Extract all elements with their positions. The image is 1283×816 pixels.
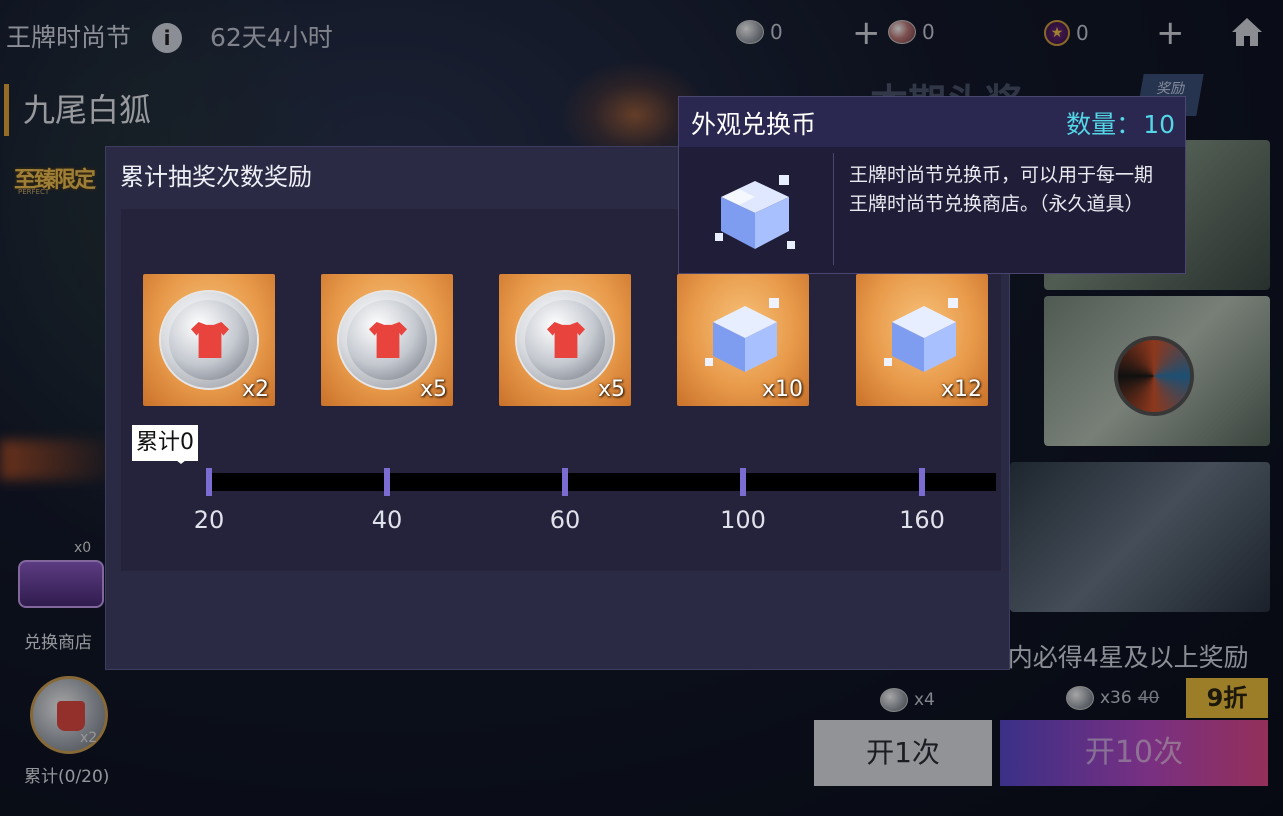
shirt-icon — [191, 322, 229, 358]
tooltip-count-label: 数量： — [1066, 110, 1142, 139]
progress-tick — [919, 468, 925, 496]
tooltip-title: 外观兑换币 — [691, 110, 817, 139]
exchange-shop-label: 兑换商店 — [24, 633, 92, 653]
progress-tick — [562, 468, 568, 496]
cost-ten-qty: x36 — [1100, 688, 1132, 708]
cumulative-progress-label: 累计(0/20) — [24, 767, 110, 787]
modal-title: 累计抽奖次数奖励 — [120, 163, 312, 191]
progress-threshold-label: 40 — [371, 506, 403, 534]
event-title: 王牌时尚节 — [6, 23, 132, 52]
prize-tile-car[interactable] — [1010, 462, 1270, 612]
tooltip-count-value: 10 — [1143, 110, 1175, 139]
tooltip-count: 数量：10 — [1064, 105, 1175, 141]
tooltip-header: 外观兑换币 数量：10 — [679, 97, 1185, 147]
open-ten-button[interactable]: 开10次 — [1000, 720, 1268, 786]
event-countdown: 62天4小时 — [210, 23, 333, 52]
currency-silver-value: 0 — [770, 20, 783, 44]
prize-tile-wheel[interactable] — [1044, 296, 1270, 446]
add-currency-button[interactable]: + — [852, 16, 881, 50]
progress-tick — [384, 468, 390, 496]
appearance-coin-icon — [337, 290, 437, 390]
shirt-icon — [547, 322, 585, 358]
currency-red-coin: 0 — [888, 20, 935, 44]
guarantee-description: 抽内必得4星及以上奖励 — [982, 643, 1249, 672]
currency-silver-coin: 0 — [736, 20, 783, 44]
reward-card[interactable]: x12 — [856, 274, 988, 406]
progress-threshold-label: 100 — [720, 506, 766, 534]
reward-card[interactable]: x10 — [677, 274, 809, 406]
set-name: 九尾白狐 — [4, 84, 151, 136]
cost-single: x4 — [880, 688, 935, 712]
star-coin-icon: ★ — [1044, 20, 1070, 46]
tooltip-description: 王牌时尚节兑换币，可以用于每一期王牌时尚节兑换商店。（永久道具） — [849, 164, 1154, 215]
reward-card[interactable]: x5 — [321, 274, 453, 406]
reward-qty: x12 — [940, 377, 982, 402]
progress-threshold-label: 20 — [193, 506, 225, 534]
cost-single-qty: x4 — [914, 690, 935, 710]
currency-red-value: 0 — [922, 20, 935, 44]
reward-qty: x2 — [241, 377, 269, 402]
reward-qty: x5 — [419, 377, 447, 402]
appearance-coin-icon — [159, 290, 259, 390]
currency-star: ★ 0 — [1044, 20, 1089, 46]
add-star-button[interactable]: + — [1156, 16, 1185, 50]
exchange-cube-icon — [715, 175, 795, 249]
silver-coin-icon — [1066, 686, 1094, 710]
open-once-button[interactable]: 开1次 — [814, 720, 992, 786]
discount-badge: 9折 — [1186, 678, 1268, 718]
progress-track — [210, 473, 996, 491]
reward-qty: x5 — [597, 377, 625, 402]
current-count-tag: 累计0 — [132, 425, 198, 464]
silver-coin-icon — [880, 688, 908, 712]
reward-card[interactable]: x5 — [499, 274, 631, 406]
currency-star-value: 0 — [1076, 21, 1089, 45]
progress-tick — [206, 468, 212, 496]
perfect-limited-badge: 至臻限定 PERFECT — [14, 150, 104, 196]
info-icon[interactable]: i — [152, 23, 182, 53]
reward-qty: x10 — [761, 377, 803, 402]
exchange-cube-icon — [705, 298, 779, 372]
progress-threshold-label: 160 — [899, 506, 945, 534]
silver-coin-icon — [736, 20, 764, 44]
progress-tick — [740, 468, 746, 496]
reward-card[interactable]: x2 — [143, 274, 275, 406]
appearance-coin-icon — [515, 290, 615, 390]
tooltip-divider — [833, 153, 834, 265]
cost-ten: x36 40 — [1066, 686, 1159, 710]
shop-count: x0 — [74, 540, 92, 556]
badge-sub: PERFECT — [18, 188, 50, 196]
home-icon[interactable] — [1230, 16, 1264, 48]
cumulative-reward-qty: x2 — [80, 730, 98, 746]
background-road-light — [0, 440, 120, 480]
exchange-shop-button[interactable]: x0 — [18, 540, 106, 620]
item-tooltip: 外观兑换币 数量：10 王牌时尚节兑换币，可以用于每一期王牌时尚节兑换商店。（永… — [678, 96, 1186, 274]
cost-ten-old-price: 40 — [1137, 688, 1160, 708]
shirt-icon — [369, 322, 407, 358]
shop-chest-icon — [18, 560, 104, 608]
exchange-cube-icon — [884, 298, 958, 372]
progress-threshold-label: 60 — [549, 506, 581, 534]
wheel-icon — [1114, 336, 1194, 416]
top-bar: 王牌时尚节 i 62天4小时 0 + 0 ★ 0 + — [0, 0, 1283, 72]
red-coin-icon — [888, 20, 916, 44]
